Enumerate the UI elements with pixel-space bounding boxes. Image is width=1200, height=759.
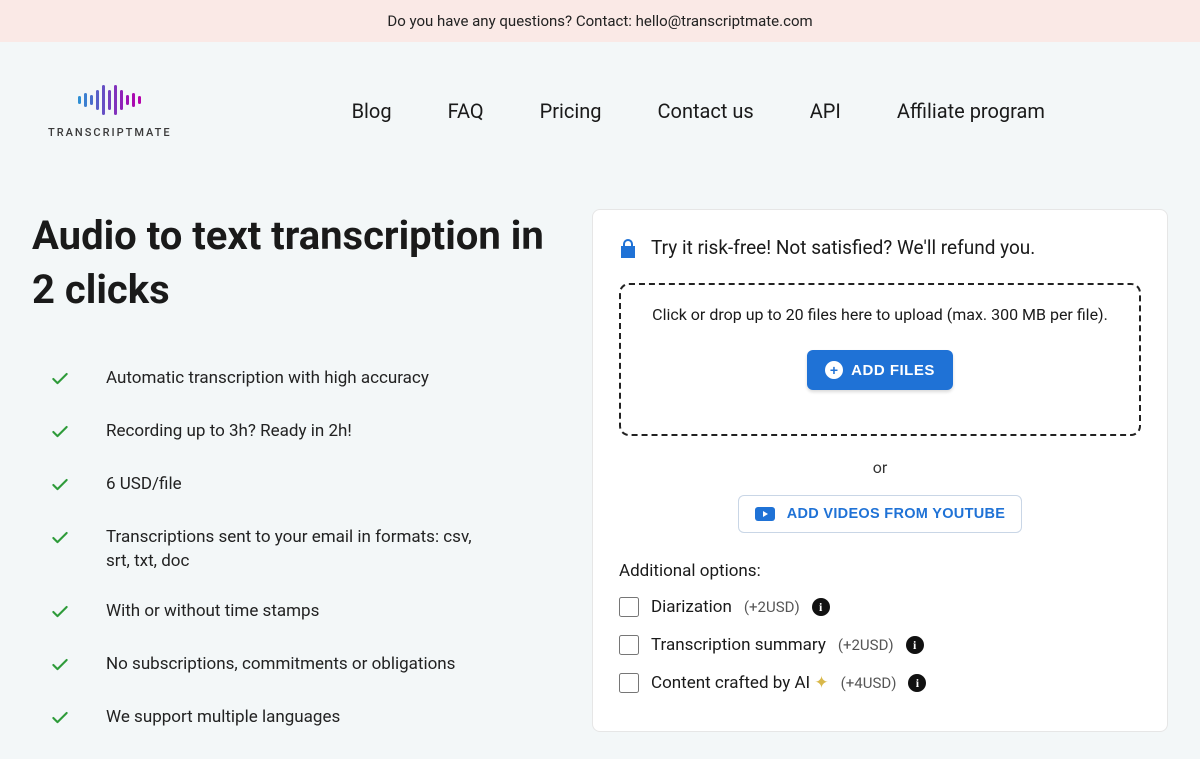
feature-item: 6 USD/file bbox=[50, 473, 552, 500]
hero-title: Audio to text transcription in 2 clicks bbox=[32, 209, 552, 317]
feature-text: With or without time stamps bbox=[106, 600, 319, 624]
risk-free-text: Try it risk-free! Not satisfied? We'll r… bbox=[651, 236, 1035, 259]
nav-contact[interactable]: Contact us bbox=[658, 99, 754, 123]
announcement-text: Do you have any questions? Contact: hell… bbox=[387, 12, 812, 30]
youtube-icon bbox=[755, 507, 775, 521]
feature-item: With or without time stamps bbox=[50, 600, 552, 627]
check-icon bbox=[50, 655, 70, 680]
option-label: Diarization bbox=[651, 597, 732, 617]
dropzone-instructions: Click or drop up to 20 files here to upl… bbox=[639, 305, 1121, 324]
sparkle-icon: ✦ bbox=[814, 673, 828, 693]
add-files-button[interactable]: + ADD FILES bbox=[807, 350, 953, 390]
file-dropzone[interactable]: Click or drop up to 20 files here to upl… bbox=[619, 283, 1141, 436]
main-content: Audio to text transcription in 2 clicks … bbox=[0, 159, 1200, 759]
check-icon bbox=[50, 602, 70, 627]
risk-free-notice: Try it risk-free! Not satisfied? We'll r… bbox=[619, 236, 1141, 259]
nav-api[interactable]: API bbox=[810, 99, 841, 123]
upload-card: Try it risk-free! Not satisfied? We'll r… bbox=[592, 209, 1168, 732]
option-label: Transcription summary bbox=[651, 635, 826, 655]
info-icon[interactable]: i bbox=[906, 636, 924, 654]
feature-text: Transcriptions sent to your email in for… bbox=[106, 526, 486, 574]
announcement-banner: Do you have any questions? Contact: hell… bbox=[0, 0, 1200, 42]
feature-item: We support multiple languages bbox=[50, 706, 552, 733]
check-icon bbox=[50, 422, 70, 447]
option-checkbox[interactable] bbox=[619, 635, 639, 655]
youtube-button-label: ADD VIDEOS FROM YOUTUBE bbox=[787, 506, 1006, 522]
brand-logo[interactable]: TRANSCRIPTMATE bbox=[48, 82, 172, 139]
hero-column: Audio to text transcription in 2 clicks … bbox=[32, 209, 552, 759]
nav-faq[interactable]: FAQ bbox=[448, 99, 484, 123]
feature-item: Transcriptions sent to your email in for… bbox=[50, 526, 552, 574]
brand-name: TRANSCRIPTMATE bbox=[48, 126, 172, 139]
info-icon[interactable]: i bbox=[812, 598, 830, 616]
feature-item: Automatic transcription with high accura… bbox=[50, 367, 552, 394]
info-icon[interactable]: i bbox=[908, 674, 926, 692]
feature-text: No subscriptions, commitments or obligat… bbox=[106, 653, 455, 677]
check-icon bbox=[50, 369, 70, 394]
feature-text: Automatic transcription with high accura… bbox=[106, 367, 429, 391]
primary-nav: Blog FAQ Pricing Contact us API Affiliat… bbox=[352, 99, 1045, 123]
waveform-icon bbox=[78, 82, 141, 118]
nav-blog[interactable]: Blog bbox=[352, 99, 392, 123]
additional-options-title: Additional options: bbox=[619, 561, 1141, 581]
feature-item: Recording up to 3h? Ready in 2h! bbox=[50, 420, 552, 447]
check-icon bbox=[50, 475, 70, 500]
nav-pricing[interactable]: Pricing bbox=[540, 99, 602, 123]
feature-text: Recording up to 3h? Ready in 2h! bbox=[106, 420, 352, 444]
check-icon bbox=[50, 528, 70, 553]
option-label: Content crafted by AI ✦ bbox=[651, 673, 829, 693]
site-header: TRANSCRIPTMATE Blog FAQ Pricing Contact … bbox=[0, 42, 1200, 159]
option-price: (+2USD) bbox=[744, 598, 800, 616]
add-youtube-button[interactable]: ADD VIDEOS FROM YOUTUBE bbox=[738, 495, 1023, 533]
upload-column: Try it risk-free! Not satisfied? We'll r… bbox=[592, 209, 1168, 759]
feature-text: We support multiple languages bbox=[106, 706, 340, 730]
check-icon bbox=[50, 708, 70, 733]
lock-icon bbox=[619, 238, 637, 258]
option-row: Diarization (+2USD) i bbox=[619, 597, 1141, 617]
option-row: Transcription summary (+2USD) i bbox=[619, 635, 1141, 655]
or-divider: or bbox=[619, 458, 1141, 477]
plus-icon: + bbox=[825, 361, 843, 379]
option-price: (+2USD) bbox=[838, 636, 894, 654]
feature-item: No subscriptions, commitments or obligat… bbox=[50, 653, 552, 680]
feature-text: 6 USD/file bbox=[106, 473, 182, 497]
add-files-label: ADD FILES bbox=[851, 362, 935, 379]
option-checkbox[interactable] bbox=[619, 673, 639, 693]
option-price: (+4USD) bbox=[841, 674, 897, 692]
option-checkbox[interactable] bbox=[619, 597, 639, 617]
option-row: Content crafted by AI ✦ (+4USD) i bbox=[619, 673, 1141, 693]
additional-options-list: Diarization (+2USD) iTranscription summa… bbox=[619, 597, 1141, 693]
nav-affiliate[interactable]: Affiliate program bbox=[897, 99, 1045, 123]
feature-list: Automatic transcription with high accura… bbox=[32, 367, 552, 733]
